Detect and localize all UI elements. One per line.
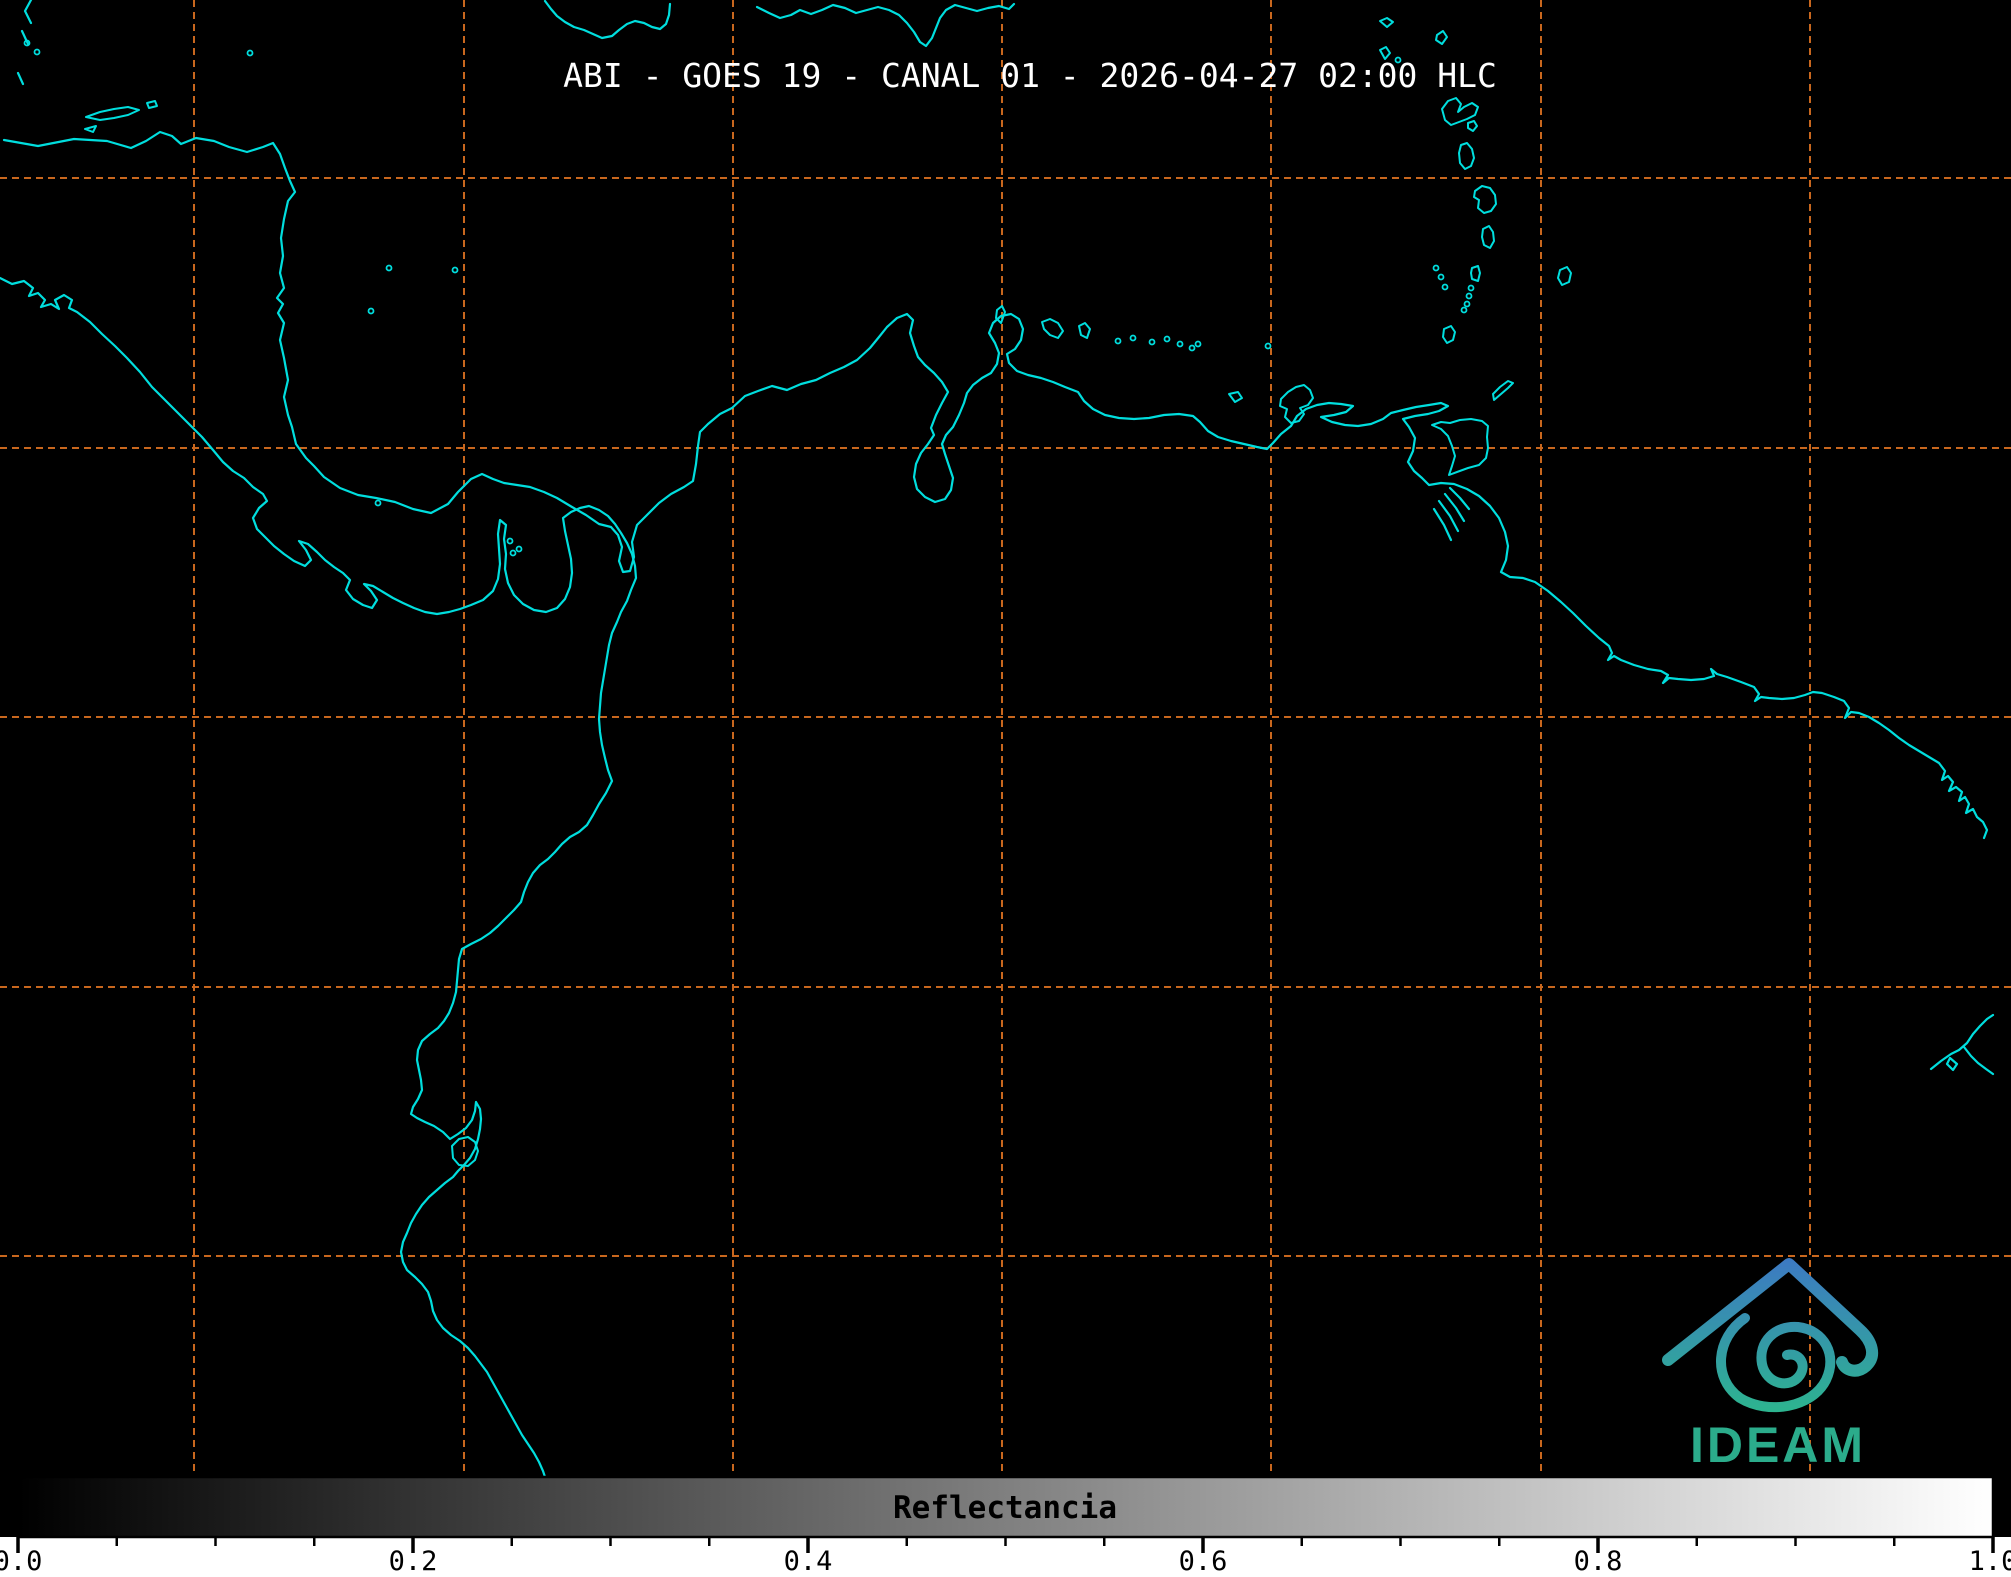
colorbar-tick-label: 0.6 [1179, 1546, 1228, 1577]
map-canvas: ABI - GOES 19 - CANAL 01 - 2026-04-27 02… [0, 0, 2011, 1577]
image-title: ABI - GOES 19 - CANAL 01 - 2026-04-27 02… [563, 56, 1497, 95]
colorbar-tick-label: 0.4 [784, 1546, 833, 1577]
colorbar-tick-label: 0.2 [389, 1546, 438, 1577]
logo-text: IDEAM [1690, 1417, 1866, 1473]
colorbar-tick-label: 1.0 [1969, 1546, 2011, 1577]
colorbar-tick-label: 0.0 [0, 1546, 42, 1577]
colorbar-title: Reflectancia [893, 1490, 1117, 1526]
satellite-image-viewer: ABI - GOES 19 - CANAL 01 - 2026-04-27 02… [0, 0, 2011, 1577]
colorbar: 0.0 0.2 0.4 0.6 0.8 1.0 Reflectancia [0, 1477, 2011, 1577]
map-background [0, 0, 2011, 1577]
colorbar-tick-label: 0.8 [1574, 1546, 1623, 1577]
